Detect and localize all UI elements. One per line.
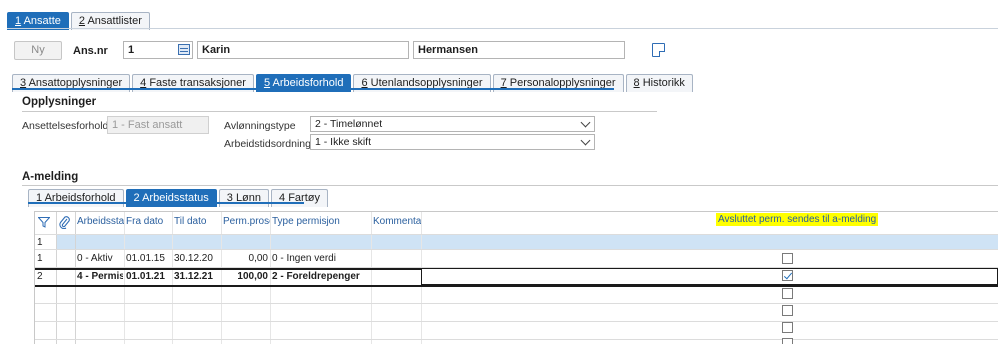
tab-amelding-lonn[interactable]: 3 Lønn: [218, 189, 270, 207]
cell-perm-prosent[interactable]: 0,00: [223, 253, 268, 264]
amelding-tab-divider: [28, 202, 304, 204]
kommentar-input[interactable]: [421, 268, 998, 285]
col-header-avsluttet-perm[interactable]: Avsluttet perm. sendes til a-melding: [716, 213, 879, 226]
col-header-kommentar[interactable]: Kommentar: [371, 212, 421, 234]
tab-amelding-fartoy[interactable]: 4 Fartøy: [271, 189, 328, 207]
arbeidstidsordning-select[interactable]: 1 - Ikke skift: [310, 134, 595, 150]
tab-historikk[interactable]: 8 Historikk: [625, 74, 693, 92]
grid-row-divider: [35, 234, 998, 235]
cell-type-permisjon[interactable]: 0 - Ingen verdi: [272, 253, 370, 264]
col-header-til-dato[interactable]: Til dato: [172, 212, 221, 234]
arbeidstidsordning-label: Arbeidstidsordning: [224, 138, 311, 150]
new-button[interactable]: Ny: [14, 41, 62, 60]
cell-arbeidsstatus[interactable]: 4 - Permis: [77, 271, 123, 282]
avsluttet-perm-checkbox-checked[interactable]: [782, 270, 793, 281]
cell-type-permisjon[interactable]: 2 - Foreldrepenger: [272, 271, 370, 282]
col-header-fra-dato[interactable]: Fra dato: [124, 212, 172, 234]
col-header-arbeidsstatus[interactable]: Arbeidsstat: [75, 212, 124, 234]
row-number: 1: [37, 253, 43, 264]
avsluttet-perm-checkbox[interactable]: [782, 322, 793, 333]
avlonningstype-select[interactable]: 2 - Timelønnet: [310, 116, 595, 132]
ansnr-label: Ans.nr: [73, 45, 108, 57]
first-name-field[interactable]: Karin: [197, 41, 409, 59]
ansettelsesforhold-label: Ansettelsesforhold: [22, 120, 109, 132]
opplysninger-divider: [22, 111, 657, 112]
chevron-down-icon[interactable]: [580, 117, 591, 128]
row-number: 1: [37, 237, 43, 248]
filter-icon[interactable]: [38, 217, 50, 228]
top-tab-bar: 1 Ansatte 2 Ansattlister: [7, 8, 152, 30]
note-icon[interactable]: [652, 43, 665, 57]
cell-fra-dato[interactable]: 01.01.15: [126, 253, 171, 264]
cell-til-dato[interactable]: 30.12.20: [174, 253, 220, 264]
avlonningstype-value: 2 - Timelønnet: [315, 118, 383, 130]
col-header-perm-prosent[interactable]: Perm.prose: [221, 212, 270, 234]
cell-arbeidsstatus[interactable]: 0 - Aktiv: [77, 253, 123, 264]
lookup-icon[interactable]: [178, 44, 190, 55]
cell-til-dato[interactable]: 31.12.21: [174, 271, 220, 282]
amelding-title: A-melding: [22, 171, 79, 183]
grid-col-divider: [56, 212, 57, 344]
selected-row-highlight: [57, 234, 998, 249]
cell-fra-dato[interactable]: 01.01.21: [126, 271, 171, 282]
grid-row-divider: [35, 339, 998, 340]
last-name-field[interactable]: Hermansen: [413, 41, 625, 59]
employee-tab-divider: [12, 88, 614, 90]
paperclip-icon[interactable]: [59, 216, 70, 229]
ansettelsesforhold-field: 1 - Fast ansatt: [107, 116, 209, 134]
top-tab-divider: [7, 28, 998, 29]
avsluttet-perm-checkbox[interactable]: [782, 288, 793, 299]
arbeidstidsordning-value: 1 - Ikke skift: [315, 136, 372, 148]
cell-perm-prosent[interactable]: 100,00: [223, 271, 268, 282]
grid-row-divider: [35, 321, 998, 322]
grid-row-divider: [35, 303, 998, 304]
avlonningstype-label: Avlønningstype: [224, 120, 296, 132]
grid-row-current-bottom: [35, 285, 998, 287]
tab-amelding-arbeidsstatus[interactable]: 2 Arbeidsstatus: [125, 189, 217, 207]
avsluttet-perm-checkbox[interactable]: [782, 338, 793, 344]
col-header-type-permisjon[interactable]: Type permisjon: [270, 212, 371, 234]
grid-row-divider: [35, 249, 998, 250]
chevron-down-icon[interactable]: [580, 135, 591, 146]
avsluttet-perm-checkbox[interactable]: [782, 305, 793, 316]
opplysninger-title: Opplysninger: [22, 96, 97, 108]
row-number: 2: [37, 271, 43, 282]
tab-amelding-arbeidsforhold[interactable]: 1 Arbeidsforhold: [28, 189, 124, 207]
avsluttet-perm-checkbox[interactable]: [782, 253, 793, 264]
